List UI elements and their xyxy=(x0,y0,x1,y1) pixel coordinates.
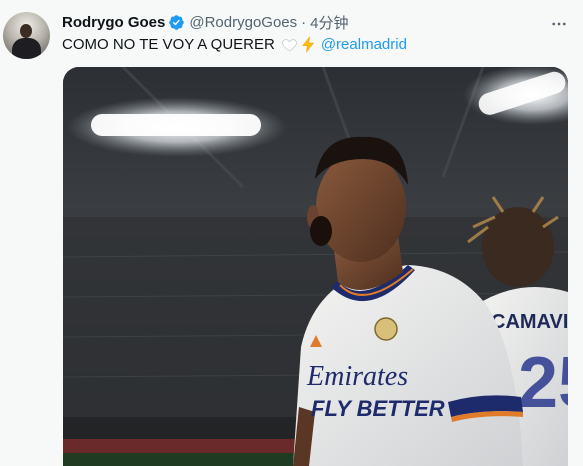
author-avatar[interactable] xyxy=(3,12,50,59)
tweet-header: Rodrygo Goes @RodrygoGoes · 4分钟 xyxy=(62,12,348,32)
shirt-sponsor-line1: Emirates xyxy=(306,361,408,392)
tweet[interactable]: Rodrygo Goes @RodrygoGoes · 4分钟 COMO NO … xyxy=(0,0,583,466)
author-handle[interactable]: @RodrygoGoes xyxy=(189,14,297,31)
white-heart-icon xyxy=(281,36,298,53)
separator-dot: · xyxy=(301,13,307,31)
teammate-shirt-number: 25 xyxy=(518,343,568,423)
tweet-text: COMO NO TE VOY A QUERER @realmadrid xyxy=(62,36,407,53)
photo-scene: CAMAVINGA 25 Emirates FLY B xyxy=(63,67,568,466)
tweet-timestamp[interactable]: 4分钟 xyxy=(310,12,348,33)
tweet-media-photo[interactable]: CAMAVINGA 25 Emirates FLY B xyxy=(63,67,568,466)
author-name[interactable]: Rodrygo Goes xyxy=(62,14,165,31)
shirt-sponsor-line2: FLY BETTER xyxy=(311,396,445,421)
tweet-body-text: COMO NO TE VOY A QUERER xyxy=(62,36,275,53)
more-horizontal-icon xyxy=(552,22,566,26)
avatar-body xyxy=(12,38,41,59)
lightning-icon xyxy=(300,36,317,53)
avatar-head xyxy=(20,24,32,38)
verified-badge-icon xyxy=(168,14,185,31)
mention-link[interactable]: @realmadrid xyxy=(321,36,407,53)
teammate-shirt-name: CAMAVINGA xyxy=(491,311,568,333)
more-options-button[interactable] xyxy=(545,10,573,38)
